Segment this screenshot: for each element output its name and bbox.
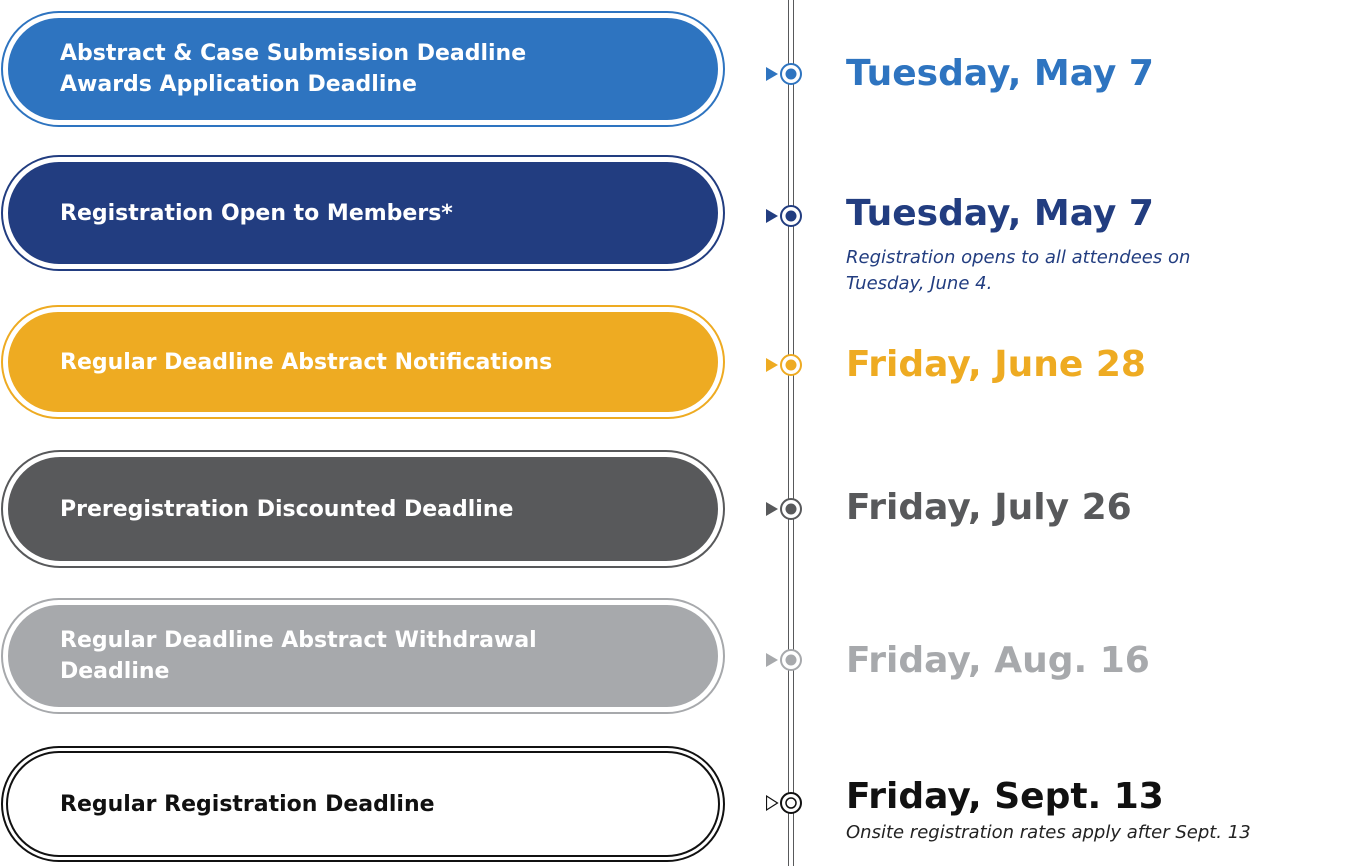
milestone-note: Onsite registration rates apply after Se… [846, 822, 1251, 843]
milestone-date: Tuesday, May 7 [846, 53, 1154, 94]
milestone-pill: Regular Registration Deadline [1, 746, 725, 862]
timeline-node-icon [766, 63, 802, 85]
milestone-date: Friday, June 28 [846, 344, 1146, 385]
milestone-label: Regular Deadline Abstract Notifications [60, 349, 553, 375]
milestone-note: Registration opens to all attendees on T… [846, 247, 1191, 294]
milestone-label: Regular Deadline Abstract Withdrawal Dea… [60, 628, 537, 684]
timeline-line [788, 0, 794, 866]
timeline-node-icon [766, 792, 802, 814]
milestone-label: Regular Registration Deadline [60, 791, 435, 817]
milestone-pill: Preregistration Discounted Deadline [1, 450, 725, 568]
milestone-date: Friday, Aug. 16 [846, 640, 1150, 681]
milestone-date: Friday, Sept. 13 [846, 776, 1164, 817]
milestone-pill: Abstract & Case Submission Deadline Awar… [1, 11, 725, 127]
timeline-node-icon [766, 354, 802, 376]
milestone-date: Friday, July 26 [846, 487, 1132, 528]
milestone-pill: Registration Open to Members* [1, 155, 725, 271]
milestone-pill: Regular Deadline Abstract Withdrawal Dea… [1, 598, 725, 714]
milestone-pill: Regular Deadline Abstract Notifications [1, 305, 725, 419]
milestone-label: Registration Open to Members* [60, 200, 453, 226]
milestone-label: Preregistration Discounted Deadline [60, 496, 514, 522]
milestone-date: Tuesday, May 7 [846, 193, 1154, 234]
milestone-label: Abstract & Case Submission Deadline Awar… [60, 41, 527, 97]
timeline-node-icon [766, 205, 802, 227]
timeline-node-icon [766, 649, 802, 671]
timeline-node-icon [766, 498, 802, 520]
